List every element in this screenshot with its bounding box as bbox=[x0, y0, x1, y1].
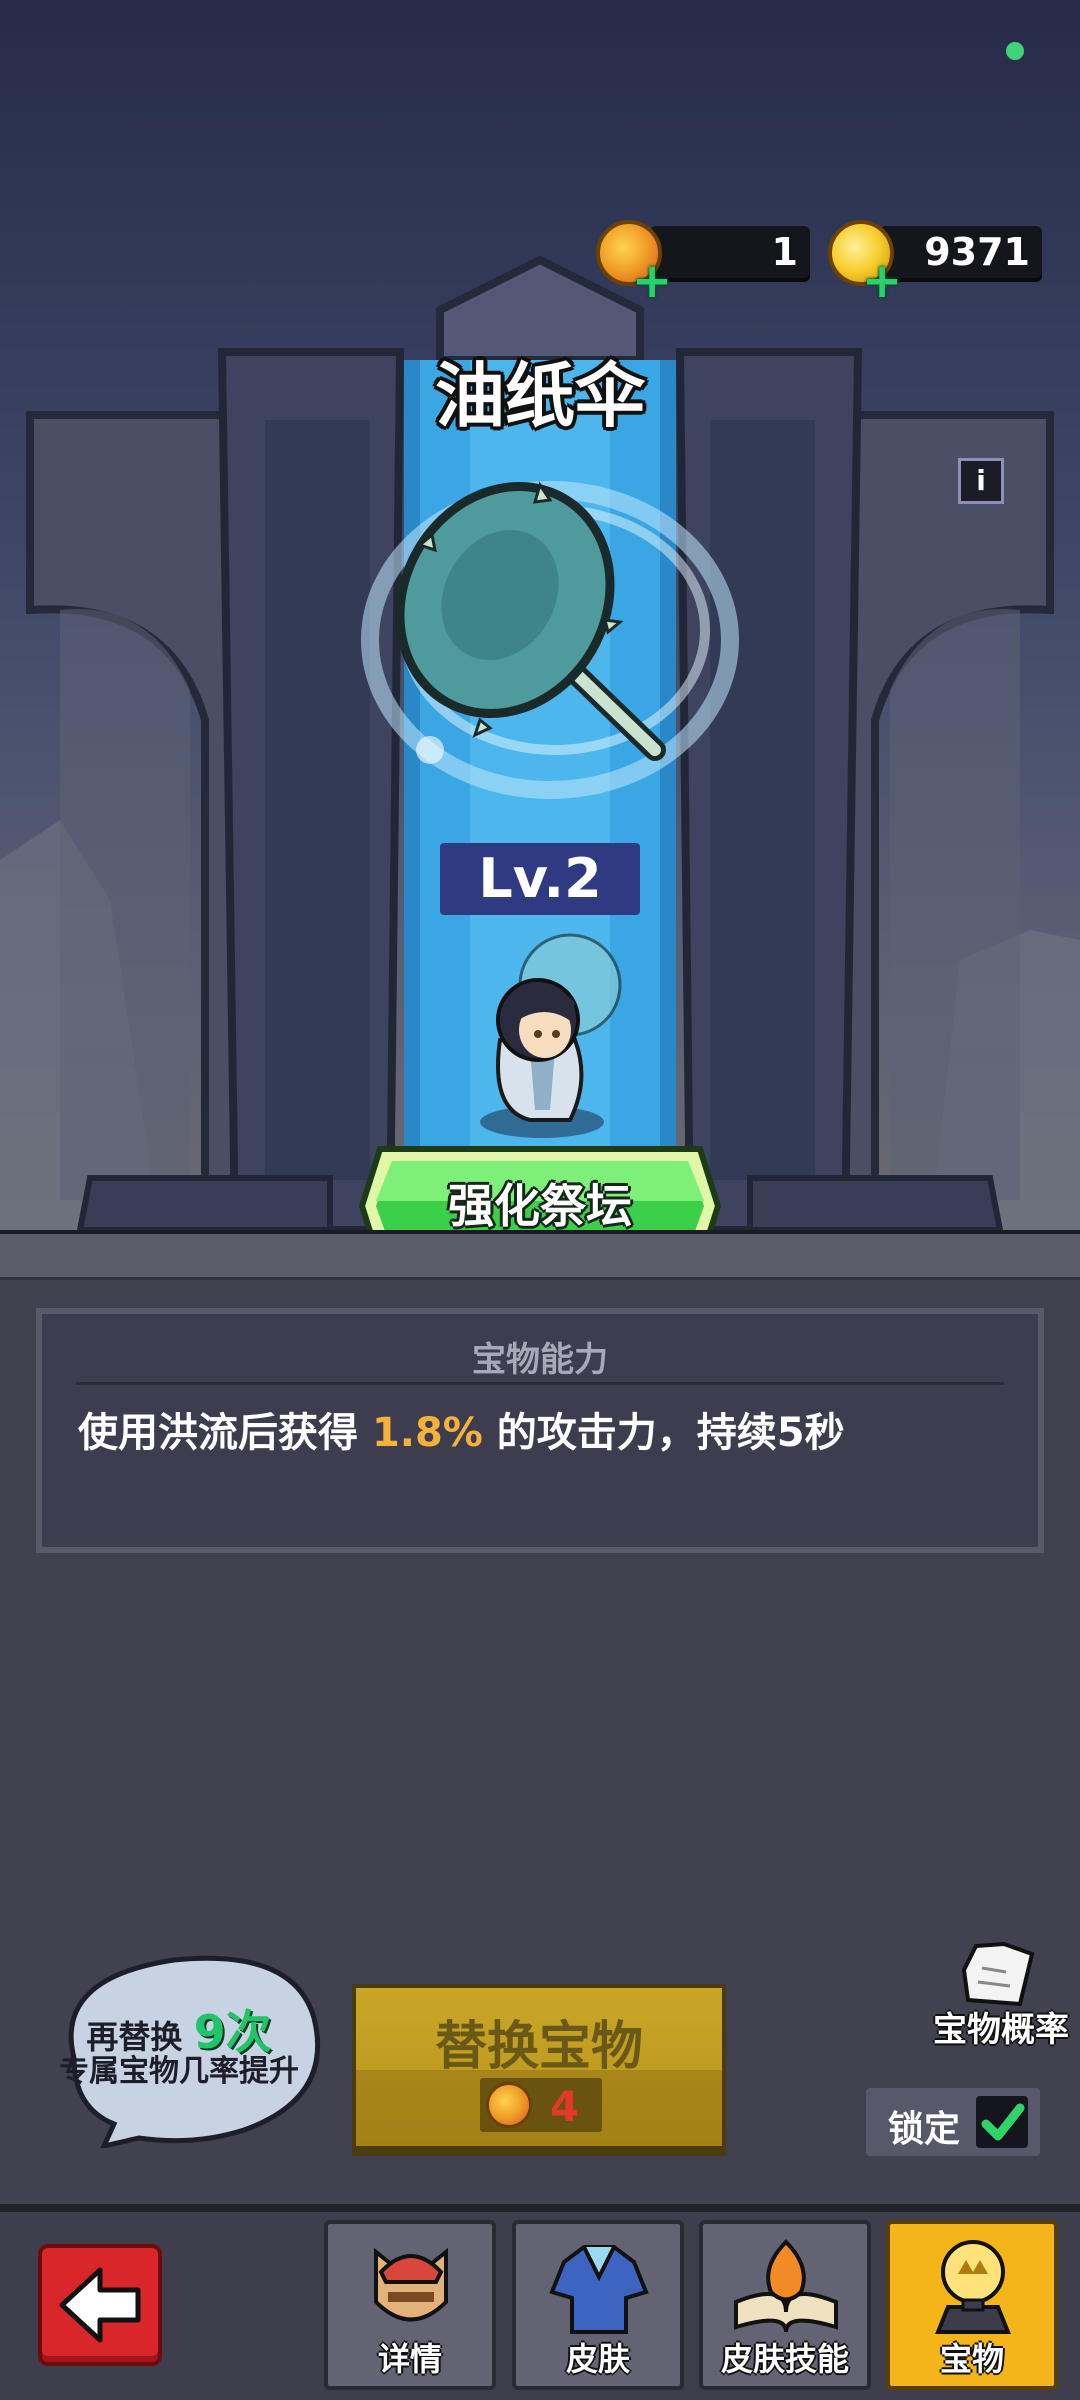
ability-description: 使用洪流后获得 1.8% 的攻击力，持续5秒 bbox=[78, 1400, 845, 1458]
tab-treasure[interactable]: 宝物 bbox=[886, 2220, 1058, 2390]
ability-panel: 宝物能力 使用洪流后获得 1.8% 的攻击力，持续5秒 bbox=[36, 1308, 1044, 1553]
hero-character-portrait bbox=[480, 933, 622, 1138]
treasure-level: Lv.2 bbox=[440, 843, 640, 915]
oil-paper-umbrella-icon bbox=[361, 481, 739, 799]
scroll-paper-icon bbox=[961, 1941, 1035, 2007]
lock-checkbox[interactable] bbox=[976, 2096, 1028, 2148]
probability-button[interactable] bbox=[946, 1940, 1036, 2010]
lock-label: 锁定 bbox=[888, 2109, 961, 2150]
hero-scene: 1 + 9371 + 油纸伞 i Lv.2 bbox=[0, 0, 1080, 1230]
gem-count: 1 bbox=[771, 230, 798, 274]
replace-cost-value: 4 bbox=[550, 2082, 580, 2131]
treasure-trophy-icon bbox=[935, 2240, 1011, 2334]
ability-value: 1.8% bbox=[371, 1410, 483, 1456]
check-icon bbox=[981, 2103, 1025, 2141]
back-arrow-icon bbox=[59, 2267, 141, 2343]
replace-treasure-label: 替换宝物 bbox=[434, 2017, 643, 2077]
gold-counter: 9371 bbox=[880, 226, 1042, 278]
bubble-line2: 专属宝物几率提升 bbox=[59, 2054, 299, 2089]
tab-details[interactable]: 详情 bbox=[324, 2220, 496, 2390]
section-divider bbox=[0, 1230, 1080, 1280]
gold-count: 9371 bbox=[924, 230, 1030, 274]
add-gems-plus-icon[interactable]: + bbox=[632, 257, 672, 305]
back-button[interactable] bbox=[38, 2244, 162, 2366]
tab-skin-skills[interactable]: 皮肤技能 bbox=[699, 2220, 871, 2390]
tab-skin-label: 皮肤 bbox=[565, 2340, 630, 2378]
replace-treasure-button[interactable]: 替换宝物 4 bbox=[352, 1984, 726, 2156]
spellbook-icon bbox=[734, 2239, 838, 2333]
knight-helmet-icon bbox=[374, 2247, 448, 2322]
tab-skin-skills-label: 皮肤技能 bbox=[720, 2340, 849, 2378]
lock-toggle[interactable]: 锁定 bbox=[866, 2088, 1040, 2156]
robe-icon bbox=[549, 2245, 649, 2334]
tab-skin[interactable]: 皮肤 bbox=[512, 2220, 684, 2390]
treasure-name: 油纸伞 bbox=[435, 355, 645, 437]
add-gold-plus-icon[interactable]: + bbox=[862, 257, 902, 305]
ability-panel-divider bbox=[76, 1382, 1004, 1385]
gem-counter: 1 bbox=[650, 226, 810, 278]
info-button[interactable]: i bbox=[958, 458, 1004, 504]
replace-cost: 4 bbox=[480, 2078, 602, 2132]
connection-status-dot bbox=[1006, 42, 1024, 60]
ability-text-after: 的攻击力，持续5秒 bbox=[482, 1410, 845, 1456]
probability-label[interactable]: 宝物概率 bbox=[926, 2002, 1076, 2051]
tab-details-label: 详情 bbox=[377, 2340, 442, 2378]
ability-panel-title: 宝物能力 bbox=[472, 1340, 608, 1380]
ability-text-before: 使用洪流后获得 bbox=[78, 1410, 372, 1456]
tab-treasure-label: 宝物 bbox=[939, 2340, 1004, 2378]
orange-orb-icon bbox=[486, 2082, 532, 2128]
